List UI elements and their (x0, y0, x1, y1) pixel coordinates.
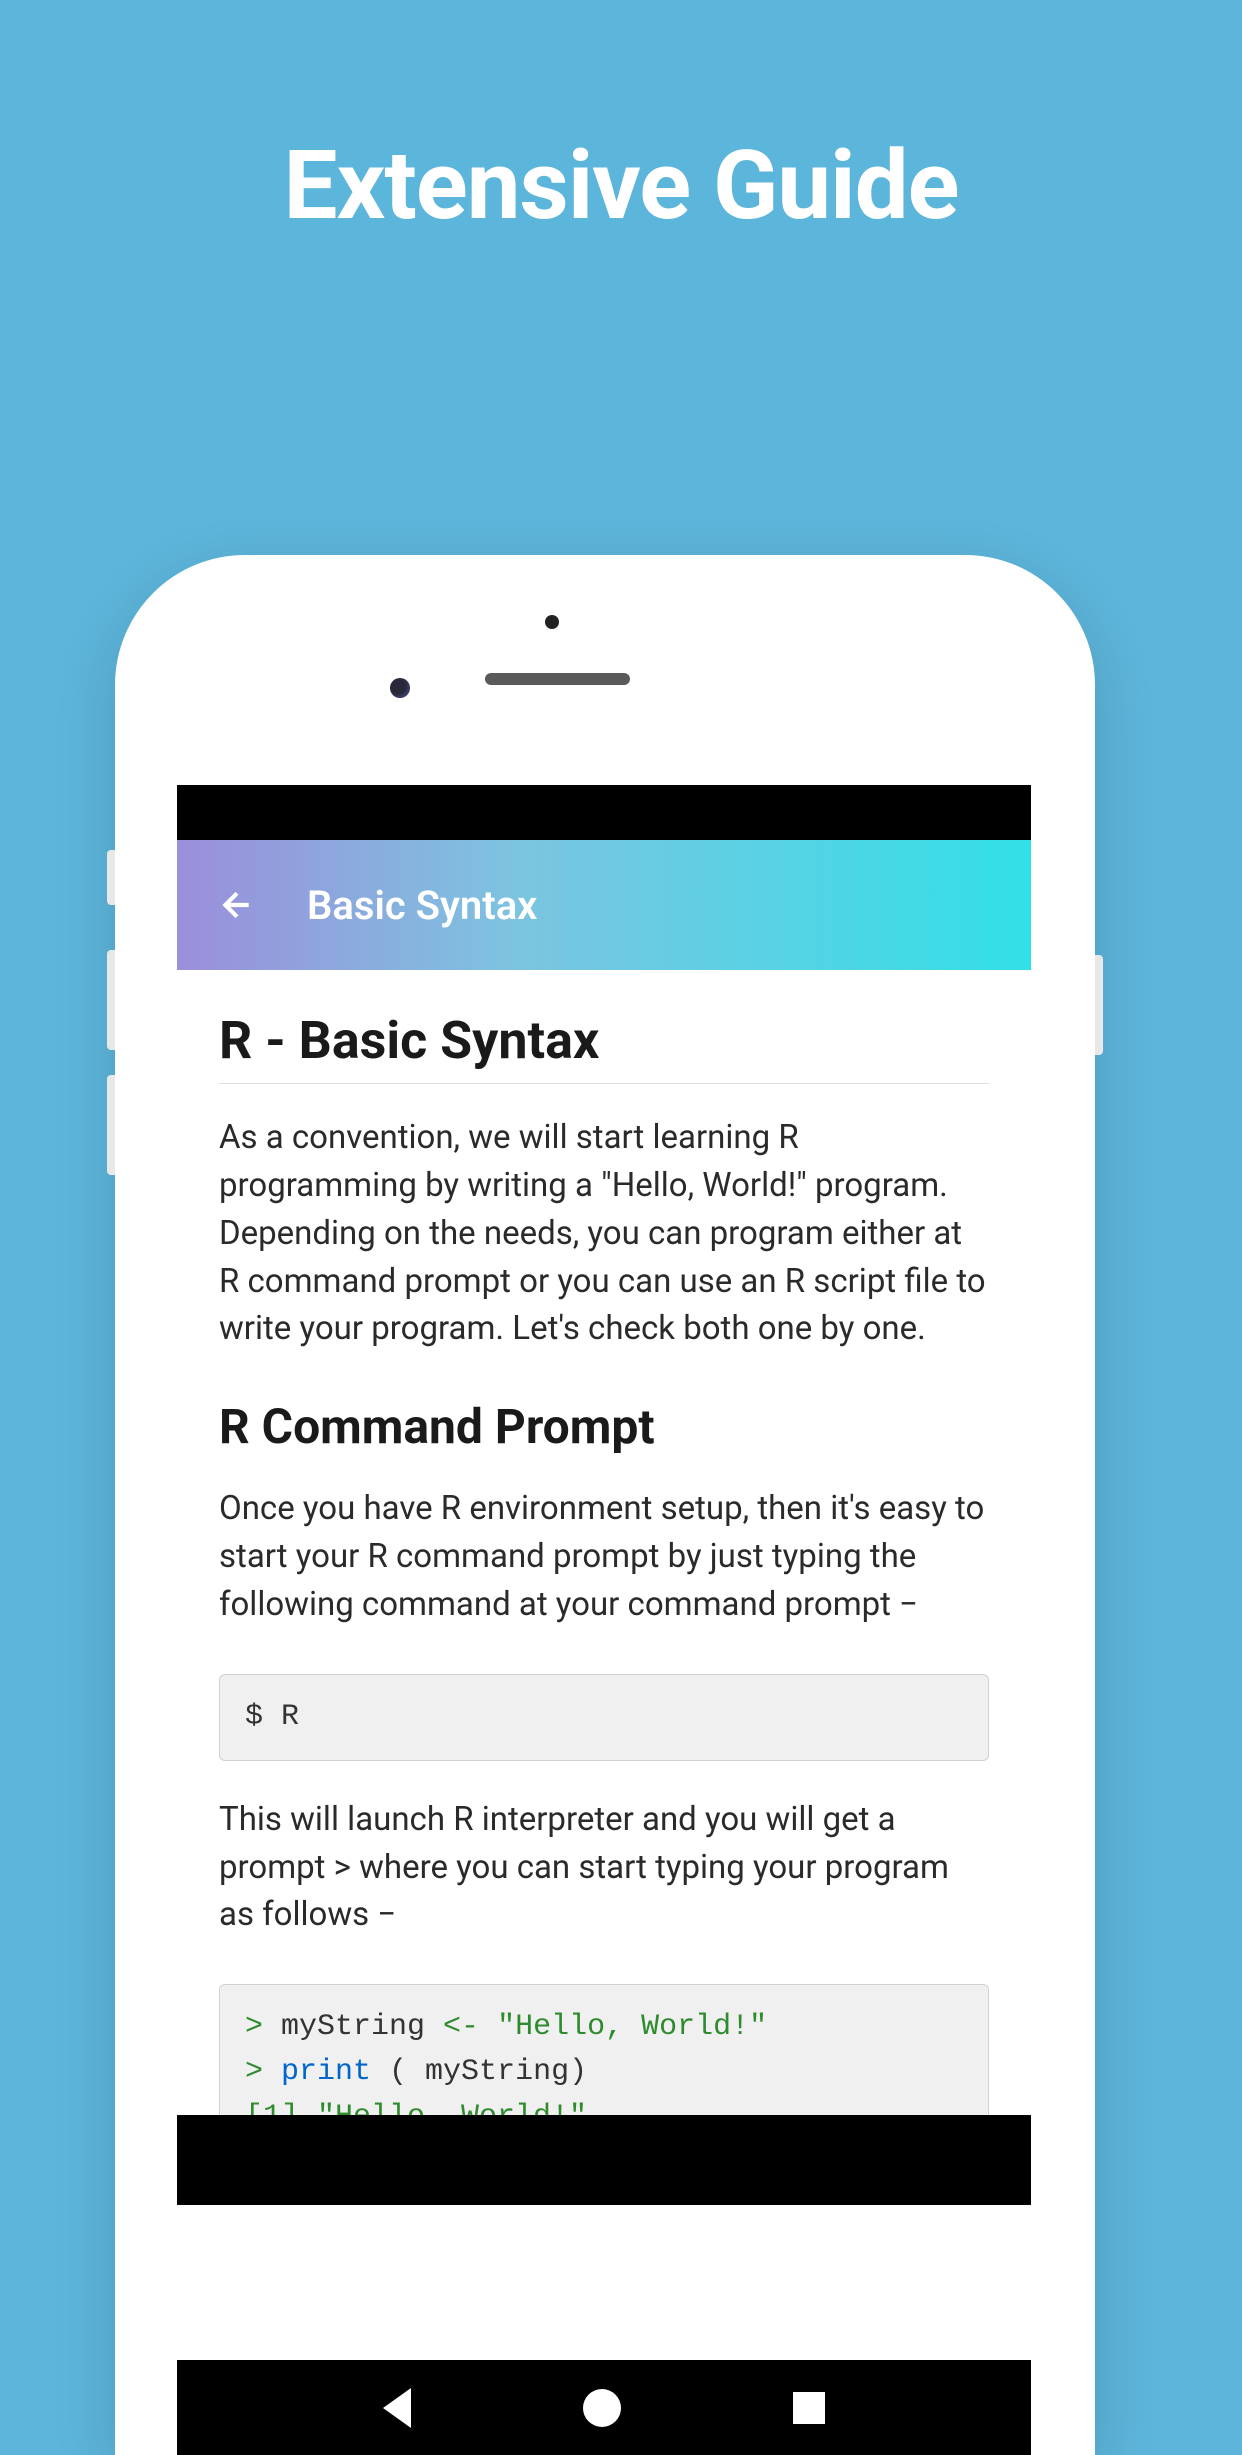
phone-screen: Basic Syntax R - Basic Syntax As a conve… (177, 785, 1031, 2205)
phone-sensor (545, 615, 559, 629)
android-nav-bar (177, 2360, 1031, 2455)
code-string: "Hello, World!" (317, 2100, 587, 2115)
code-index: [1] (245, 2100, 317, 2115)
code-operator: <- (443, 2010, 497, 2044)
code-block: $ R (219, 1674, 989, 1761)
code-args: ( myString) (389, 2055, 587, 2089)
arrow-left-icon (217, 885, 257, 925)
phone-power-button (1095, 955, 1103, 1055)
back-button[interactable] (217, 885, 257, 925)
header-title: Basic Syntax (307, 882, 537, 929)
phone-volume-up (107, 950, 115, 1050)
nav-home-button[interactable] (583, 2389, 621, 2427)
body-paragraph: Once you have R environment setup, then … (219, 1485, 989, 1629)
phone-mute-switch (107, 850, 115, 905)
body-paragraph: This will launch R interpreter and you w… (219, 1796, 989, 1940)
code-variable: myString (281, 2010, 443, 2044)
code-function: print (281, 2055, 389, 2089)
promo-title: Extensive Guide (0, 0, 1242, 242)
nav-back-button[interactable] (383, 2388, 411, 2428)
content-area[interactable]: R - Basic Syntax As a convention, we wil… (177, 970, 1031, 2115)
section-heading: R Command Prompt (219, 1398, 989, 1455)
nav-recent-button[interactable] (793, 2392, 825, 2424)
intro-paragraph: As a convention, we will start learning … (219, 1114, 989, 1353)
code-prompt: > (245, 2010, 281, 2044)
code-block: > myString <- "Hello, World!" > print ( … (219, 1984, 989, 2115)
code-prompt: > (245, 2055, 281, 2089)
code-string: "Hello, World!" (497, 2010, 767, 2044)
phone-mockup: Basic Syntax R - Basic Syntax As a conve… (115, 555, 1095, 2455)
phone-camera (390, 678, 410, 698)
phone-volume-down (107, 1075, 115, 1175)
article-title: R - Basic Syntax (219, 1010, 989, 1084)
app-header: Basic Syntax (177, 840, 1031, 970)
status-bar (177, 785, 1031, 840)
phone-speaker (485, 673, 630, 685)
